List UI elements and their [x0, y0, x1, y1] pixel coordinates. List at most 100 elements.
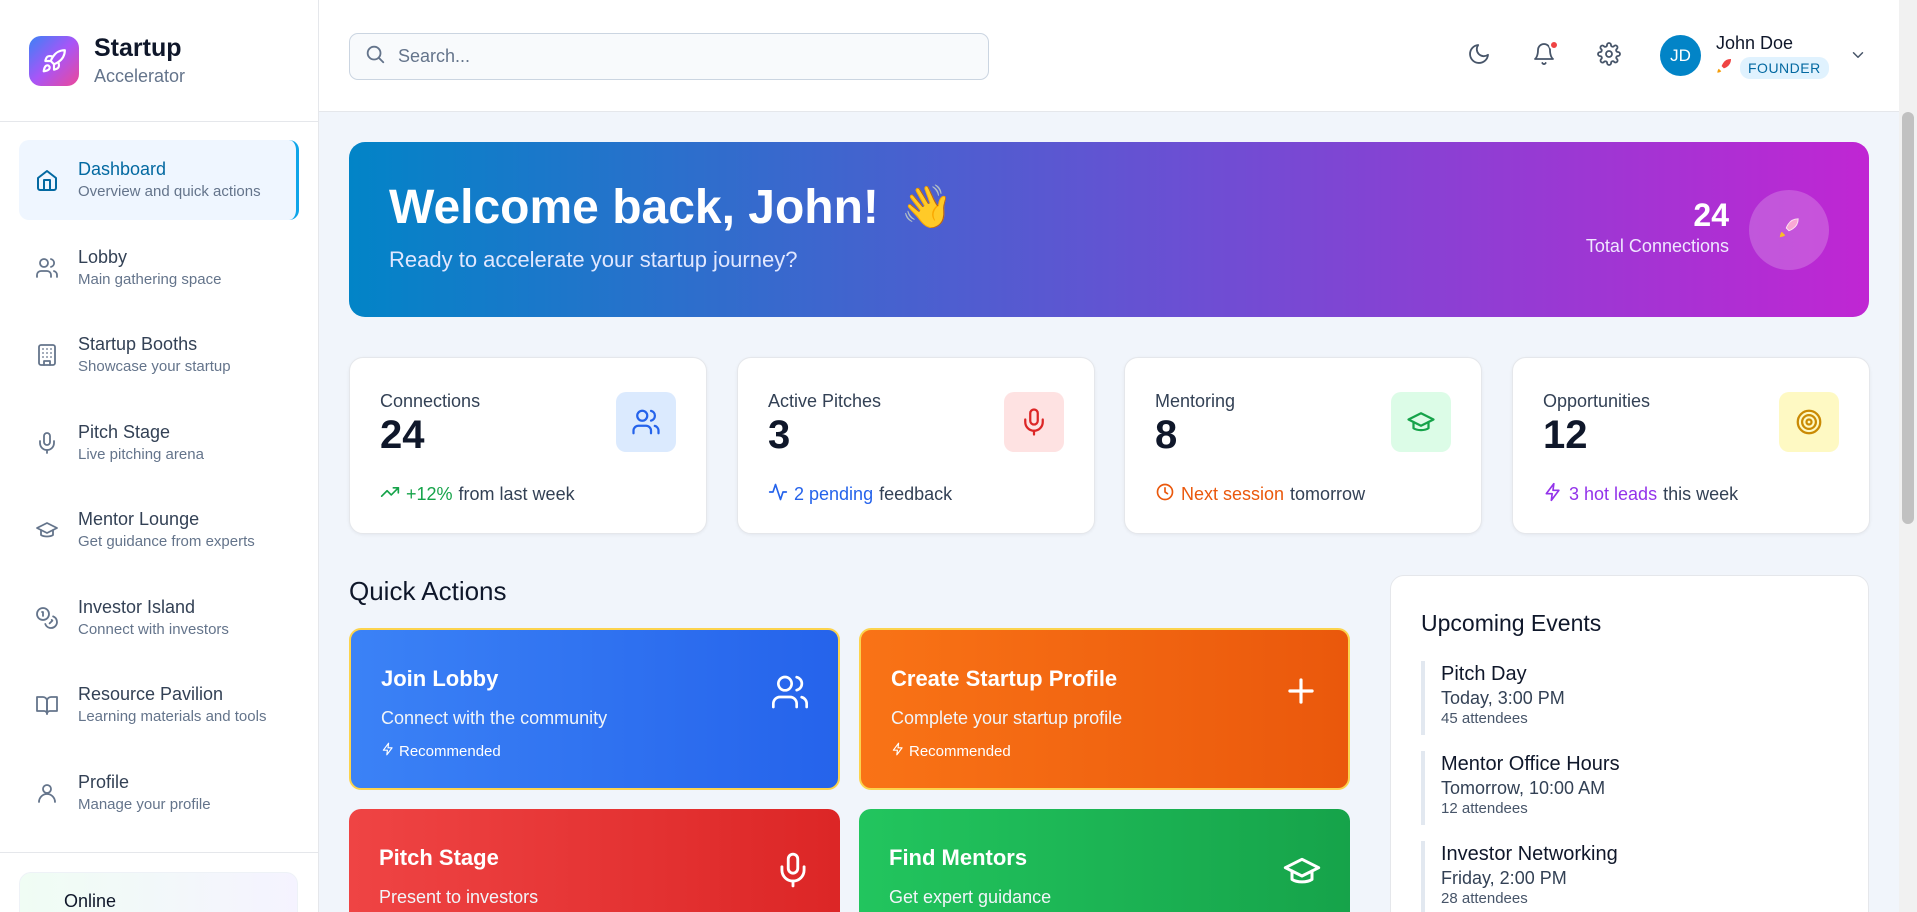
sidebar-item-label: Dashboard	[78, 159, 167, 179]
gear-icon	[1597, 41, 1621, 71]
recommended-badge: Recommended	[381, 742, 501, 760]
sidebar-item-pitch-stage[interactable]: Pitch Stage Live pitching arena	[19, 403, 299, 483]
action-title: Join Lobby	[381, 666, 499, 691]
event-attendees: 12 attendees	[1441, 800, 1528, 817]
recommended-badge: Recommended	[891, 742, 1011, 760]
stat-note: from last week	[458, 484, 575, 504]
total-connections-label: Total Connections	[1585, 236, 1729, 256]
event-name: Investor Networking	[1441, 843, 1618, 865]
event-item[interactable]: Mentor Office Hours Tomorrow, 10:00 AM 1…	[1421, 751, 1841, 825]
rocket-icon	[1716, 58, 1732, 79]
user-menu-toggle[interactable]	[1849, 46, 1867, 69]
stat-label: Active Pitches	[768, 391, 882, 411]
clock-icon	[1155, 482, 1181, 507]
scrollbar-thumb[interactable]	[1902, 112, 1914, 524]
top-header: JD John Doe FOUNDER	[319, 0, 1899, 112]
sidebar-item-dashboard[interactable]: Dashboard Overview and quick actions	[19, 140, 299, 220]
action-title: Create Startup Profile	[891, 666, 1118, 691]
settings-button[interactable]	[1593, 40, 1625, 72]
lightning-icon	[1543, 482, 1569, 507]
sidebar-item-label: Investor Island	[78, 596, 196, 617]
stat-footer: +12% from last week	[380, 482, 575, 507]
stat-card-mentoring[interactable]: Mentoring 8 Next session tomorrow	[1124, 357, 1482, 534]
join-lobby-card[interactable]: Join Lobby Connect with the community Re…	[349, 628, 840, 790]
event-attendees: 45 attendees	[1441, 710, 1528, 727]
building-icon	[33, 341, 61, 369]
user-icon	[33, 779, 61, 807]
microphone-icon	[1004, 392, 1064, 452]
dark-mode-toggle[interactable]	[1463, 40, 1495, 72]
stat-card-active-pitches[interactable]: Active Pitches 3 2 pending feedback	[737, 357, 1095, 534]
total-connections-value: 24	[1693, 197, 1729, 233]
users-icon	[770, 672, 810, 717]
divider	[0, 852, 318, 853]
moon-icon	[1467, 42, 1491, 71]
status-label: Online	[64, 891, 117, 911]
sidebar-item-investor-island[interactable]: Investor Island Connect with investors	[19, 578, 299, 658]
online-status: Online	[19, 872, 298, 912]
stat-value: 8	[1155, 413, 1178, 457]
lightning-icon	[891, 742, 909, 760]
search-box[interactable]	[349, 33, 989, 80]
action-title: Find Mentors	[889, 845, 1028, 870]
graduation-cap-icon	[33, 516, 61, 544]
stat-note: feedback	[879, 484, 953, 504]
action-desc: Present to investors	[379, 887, 539, 907]
badge-label: Recommended	[399, 742, 501, 760]
event-item[interactable]: Investor Networking Friday, 2:00 PM 28 a…	[1421, 841, 1841, 912]
sidebar-item-desc: Main gathering space	[78, 270, 222, 288]
coins-icon	[33, 604, 61, 632]
notification-badge	[1549, 40, 1559, 50]
search-input[interactable]	[398, 46, 958, 67]
find-mentors-card[interactable]: Find Mentors Get expert guidance	[859, 809, 1350, 912]
quick-actions-title: Quick Actions	[349, 576, 507, 606]
search-icon	[364, 43, 386, 70]
stat-card-connections[interactable]: Connections 24 +12% from last week	[349, 357, 707, 534]
rocket-logo-icon	[29, 35, 79, 86]
sidebar-item-label: Lobby	[78, 246, 128, 267]
microphone-icon	[33, 429, 61, 457]
notifications-button[interactable]	[1528, 40, 1560, 72]
sidebar-item-desc: Overview and quick actions	[78, 183, 261, 200]
sidebar-item-resource-pavilion[interactable]: Resource Pavilion Learning materials and…	[19, 665, 299, 745]
sidebar-item-profile[interactable]: Profile Manage your profile	[19, 753, 299, 833]
target-icon	[1779, 392, 1839, 452]
rocket-icon	[1778, 217, 1800, 244]
wave-icon: 👋	[900, 183, 954, 230]
sidebar-item-label: Startup Booths	[78, 334, 198, 354]
pitch-stage-card[interactable]: Pitch Stage Present to investors	[349, 809, 840, 912]
welcome-subtitle: Ready to accelerate your startup journey…	[389, 247, 798, 272]
sidebar-item-desc: Connect with investors	[78, 620, 229, 638]
stat-footer: 3 hot leads this week	[1543, 482, 1738, 507]
sidebar-item-desc: Manage your profile	[78, 795, 211, 813]
create-startup-profile-card[interactable]: Create Startup Profile Complete your sta…	[859, 628, 1350, 790]
event-item[interactable]: Pitch Day Today, 3:00 PM 45 attendees	[1421, 661, 1841, 735]
stat-card-opportunities[interactable]: Opportunities 12 3 hot leads this week	[1512, 357, 1870, 534]
stat-highlight: +12%	[406, 484, 453, 504]
avatar[interactable]: JD	[1660, 35, 1701, 76]
stat-note: this week	[1663, 484, 1739, 504]
stat-value: 3	[768, 413, 791, 457]
sidebar-item-lobby[interactable]: Lobby Main gathering space	[19, 228, 299, 308]
trending-up-icon	[380, 482, 406, 507]
event-time: Tomorrow, 10:00 AM	[1441, 778, 1606, 798]
activity-icon	[768, 482, 794, 507]
chevron-down-icon	[1849, 51, 1867, 68]
graduation-cap-icon	[1391, 392, 1451, 452]
sidebar-item-mentor-lounge[interactable]: Mentor Lounge Get guidance from experts	[19, 490, 299, 570]
user-name[interactable]: John Doe	[1716, 33, 1793, 54]
home-icon	[33, 166, 61, 194]
brand[interactable]: Startup Accelerator	[0, 0, 318, 122]
action-title: Pitch Stage	[379, 845, 499, 870]
users-icon	[616, 392, 676, 452]
brand-title: Startup	[94, 33, 182, 62]
sidebar-item-label: Mentor Lounge	[78, 509, 200, 529]
sidebar-item-startup-booths[interactable]: Startup Booths Showcase your startup	[19, 315, 299, 395]
stat-label: Opportunities	[1543, 391, 1651, 411]
total-connections: 24 Total Connections	[1586, 197, 1729, 257]
book-icon	[33, 691, 61, 719]
stat-value: 24	[380, 413, 425, 457]
event-name: Pitch Day	[1441, 663, 1527, 685]
sidebar-item-desc: Get guidance from experts	[78, 533, 255, 550]
sidebar: Startup Accelerator Dashboard Overview a…	[0, 0, 319, 912]
